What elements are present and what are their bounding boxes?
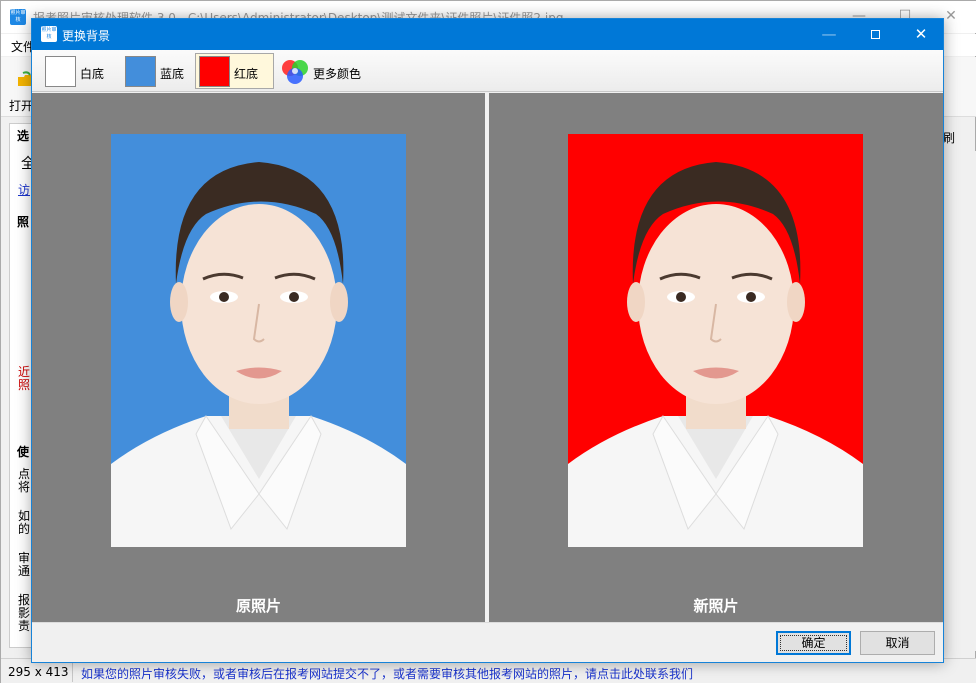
dialog-button-bar: 确定 取消 [32,622,943,662]
new-photo-label: 新照片 [693,597,739,615]
portrait-image [111,134,406,547]
left-panel-text-2: 将 [18,480,31,494]
left-panel-text-9: 责 [18,619,31,633]
dialog-close-button[interactable]: ✕ [898,19,944,50]
new-photo-pane: 新照片 [489,93,943,622]
red-background-button[interactable]: 红底 [195,53,274,89]
open-button-label[interactable]: 打开 [9,97,33,114]
dialog-title: 更换背景 [62,29,111,43]
image-size-readout: 295 x 413 [8,665,69,679]
cancel-button[interactable]: 取消 [860,631,935,655]
red-swatch [199,56,230,87]
dialog-maximize-button[interactable] [852,19,898,50]
status-separator [72,662,73,682]
left-panel-warning-2: 照 [18,378,31,392]
right-panel [944,151,976,651]
original-photo-label: 原照片 [235,597,281,615]
right-panel-label[interactable]: 刷 [943,129,955,146]
dialog-minimize-button[interactable]: — [806,19,852,50]
app-icon: 照片审核 [10,9,26,25]
white-background-label: 白底 [80,67,105,81]
background-color-toolbar: 白底 蓝底 红底 更多颜色 [32,50,943,92]
more-colors-button[interactable]: 更多颜色 [276,53,366,89]
left-panel-heading-usage: 使 [17,445,30,459]
portrait-image-new [568,134,863,547]
original-photo [111,134,406,547]
left-panel-heading: 选 [17,129,30,143]
more-colors-label: 更多颜色 [313,67,362,81]
dialog-app-icon: 照片审核 [41,26,57,42]
white-swatch [45,56,76,87]
left-panel-heading-photo: 照 [17,215,30,229]
focus-rect [780,635,847,651]
ok-button[interactable]: 确定 [776,631,851,655]
change-background-dialog: 照片审核 更换背景 — ✕ 白底 蓝底 红底 更多颜色 原照片 新照片 确定 取… [31,18,944,663]
white-background-button[interactable]: 白底 [41,53,111,89]
red-background-label: 红底 [234,67,259,81]
new-photo [568,134,863,547]
contact-link[interactable]: 如果您的照片审核失败，或者审核后在报考网站提交不了，或者需要审核其他报考网站的照… [81,665,693,682]
blue-swatch [125,56,156,87]
original-photo-pane: 原照片 [32,93,485,622]
blue-background-button[interactable]: 蓝底 [121,53,191,89]
dialog-titlebar: 照片审核 更换背景 — ✕ [32,19,943,50]
left-panel-link[interactable]: 访 [18,181,30,198]
left-panel-text-6: 通 [18,564,31,578]
cancel-button-label: 取消 [885,636,910,650]
color-wheel-icon [282,60,308,84]
blue-background-label: 蓝底 [160,67,185,81]
maximize-icon [870,30,880,39]
left-panel-text-4: 的 [18,522,31,536]
